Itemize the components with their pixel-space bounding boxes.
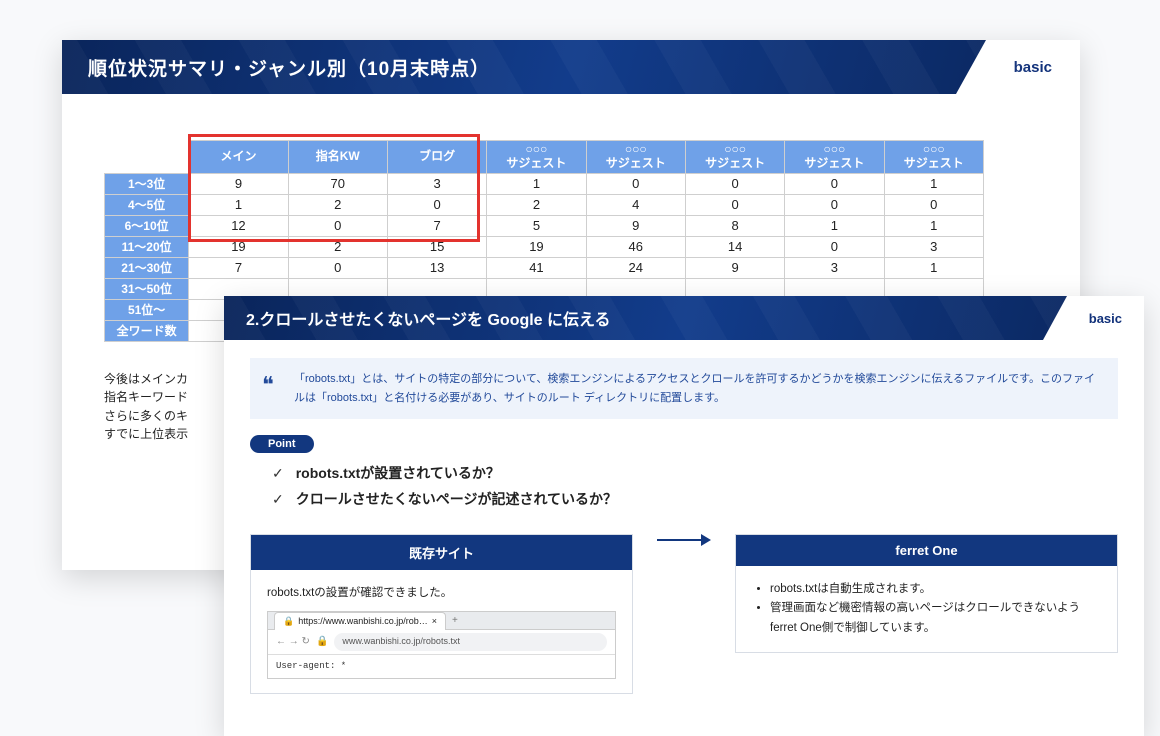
table-cell: 3 bbox=[785, 257, 884, 278]
table-cell: 3 bbox=[884, 236, 983, 257]
table-cell: 7 bbox=[189, 257, 288, 278]
table-cell: 1 bbox=[884, 173, 983, 194]
nav-buttons[interactable]: ← → ↻ bbox=[276, 633, 310, 650]
check-item: robots.txtが設置されているか？ bbox=[272, 461, 1118, 486]
point-checklist: robots.txtが設置されているか？クロールさせたくないページが記述されてい… bbox=[250, 461, 1118, 511]
panel-left-title: 既存サイト bbox=[251, 535, 632, 570]
col-header: ○○○サジェスト bbox=[884, 141, 983, 174]
col-header: ○○○サジェスト bbox=[487, 141, 586, 174]
table-cell: 24 bbox=[586, 257, 685, 278]
table-cell: 5 bbox=[487, 215, 586, 236]
table-cell: 0 bbox=[685, 173, 784, 194]
table-cell: 41 bbox=[487, 257, 586, 278]
col-header: 指名KW bbox=[288, 141, 387, 174]
row-label: 51位〜 bbox=[105, 299, 189, 320]
col-header: ○○○サジェスト bbox=[586, 141, 685, 174]
table-cell: 46 bbox=[586, 236, 685, 257]
panel-right-title: ferret One bbox=[736, 535, 1117, 566]
table-cell: 3 bbox=[387, 173, 486, 194]
list-item: robots.txtは自動生成されます。 bbox=[770, 580, 1101, 600]
table-cell: 0 bbox=[288, 215, 387, 236]
table-cell: 9 bbox=[189, 173, 288, 194]
slide-robots-txt: 2.クロールさせたくないページを Google に伝える basic ❝ 「ro… bbox=[224, 296, 1144, 736]
table-cell: 1 bbox=[785, 215, 884, 236]
url-bar[interactable]: www.wanbishi.co.jp/robots.txt bbox=[334, 633, 607, 650]
table-cell: 0 bbox=[387, 194, 486, 215]
table-cell: 12 bbox=[189, 215, 288, 236]
table-cell: 19 bbox=[189, 236, 288, 257]
slide2-title: 2.クロールさせたくないページを Google に伝える bbox=[246, 306, 611, 330]
tab-label: https://www.wanbishi.co.jp/rob… bbox=[298, 614, 428, 629]
table-cell: 9 bbox=[685, 257, 784, 278]
table-cell: 0 bbox=[785, 236, 884, 257]
col-header: ブログ bbox=[387, 141, 486, 174]
basic-tag: basic bbox=[956, 40, 1080, 94]
point-pill: Point bbox=[250, 435, 314, 453]
row-label: 1〜3位 bbox=[105, 173, 189, 194]
row-label: 31〜50位 bbox=[105, 278, 189, 299]
quote-text: 「robots.txt」とは、サイトの特定の部分について、検索エンジンによるアク… bbox=[294, 373, 1095, 404]
table-cell: 0 bbox=[785, 173, 884, 194]
table-cell: 70 bbox=[288, 173, 387, 194]
table-cell: 0 bbox=[685, 194, 784, 215]
row-label: 全ワード数 bbox=[105, 320, 189, 341]
lock-icon: 🔒 bbox=[316, 633, 328, 650]
close-icon[interactable]: × bbox=[432, 614, 437, 629]
browser-tab[interactable]: 🔒 https://www.wanbishi.co.jp/rob… × bbox=[274, 612, 446, 630]
quote-icon: ❝ bbox=[262, 366, 274, 403]
table-cell: 8 bbox=[685, 215, 784, 236]
table-cell: 0 bbox=[884, 194, 983, 215]
table-cell: 2 bbox=[288, 236, 387, 257]
basic-label: basic bbox=[1067, 296, 1144, 340]
table-cell: 9 bbox=[586, 215, 685, 236]
quote-box: ❝ 「robots.txt」とは、サイトの特定の部分について、検索エンジンによる… bbox=[250, 358, 1118, 419]
row-label: 11〜20位 bbox=[105, 236, 189, 257]
browser-mock: 🔒 https://www.wanbishi.co.jp/rob… × + ← … bbox=[267, 611, 616, 679]
table-cell: 0 bbox=[288, 257, 387, 278]
row-label: 4〜5位 bbox=[105, 194, 189, 215]
table-cell: 2 bbox=[487, 194, 586, 215]
new-tab-button[interactable]: + bbox=[452, 612, 458, 629]
basic-tag: basic bbox=[1043, 296, 1144, 340]
check-item: クロールさせたくないページが記述されているか？ bbox=[272, 487, 1118, 512]
browser-body: User-agent: * bbox=[268, 655, 615, 678]
panel-left-lead: robots.txtの設置が確認できました。 bbox=[267, 584, 616, 604]
table-cell: 15 bbox=[387, 236, 486, 257]
table-cell: 19 bbox=[487, 236, 586, 257]
slide2-header: 2.クロールさせたくないページを Google に伝える basic bbox=[224, 296, 1144, 340]
table-cell: 4 bbox=[586, 194, 685, 215]
table-cell: 1 bbox=[487, 173, 586, 194]
arrow-right-icon bbox=[657, 534, 711, 546]
list-item: 管理画面など機密情報の高いページはクロールできないようferret One側で制… bbox=[770, 599, 1101, 638]
panel-ferret-one: ferret One robots.txtは自動生成されます。管理画面など機密情… bbox=[735, 534, 1118, 654]
table-cell: 0 bbox=[785, 194, 884, 215]
lock-icon: 🔒 bbox=[283, 614, 294, 629]
basic-label: basic bbox=[986, 40, 1080, 94]
slide1-header: 順位状況サマリ・ジャンル別（10月末時点） basic bbox=[62, 40, 1080, 94]
panel-right-bullets: robots.txtは自動生成されます。管理画面など機密情報の高いページはクロー… bbox=[752, 580, 1101, 639]
table-cell: 2 bbox=[288, 194, 387, 215]
row-label: 21〜30位 bbox=[105, 257, 189, 278]
table-cell: 1 bbox=[884, 215, 983, 236]
table-cell: 7 bbox=[387, 215, 486, 236]
col-header: ○○○サジェスト bbox=[785, 141, 884, 174]
panel-existing-site: 既存サイト robots.txtの設置が確認できました。 🔒 https://w… bbox=[250, 534, 633, 694]
table-cell: 0 bbox=[586, 173, 685, 194]
table-cell: 1 bbox=[189, 194, 288, 215]
col-header: ○○○サジェスト bbox=[685, 141, 784, 174]
table-cell: 1 bbox=[884, 257, 983, 278]
table-cell: 13 bbox=[387, 257, 486, 278]
table-cell: 14 bbox=[685, 236, 784, 257]
slide1-title: 順位状況サマリ・ジャンル別（10月末時点） bbox=[88, 54, 490, 81]
row-label: 6〜10位 bbox=[105, 215, 189, 236]
col-header: メイン bbox=[189, 141, 288, 174]
